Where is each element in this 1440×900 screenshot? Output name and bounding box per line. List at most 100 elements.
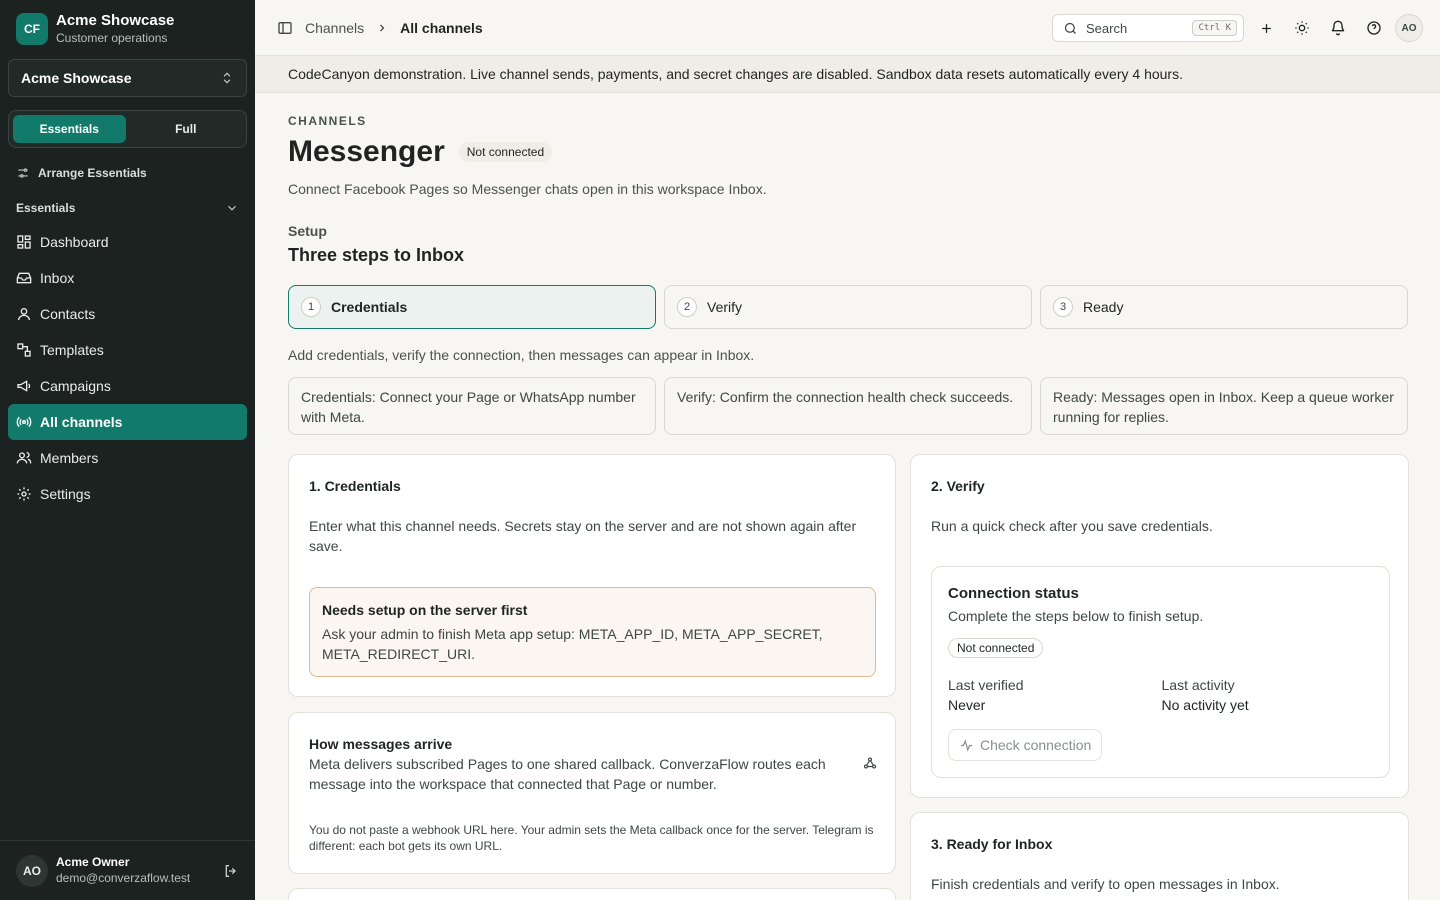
help-icon [1367,21,1381,35]
notifications-button[interactable] [1326,16,1350,40]
check-connection-label: Check connection [980,737,1092,753]
breadcrumb-channels-link[interactable]: Channels [305,20,364,36]
sidebar-item-label: Dashboard [40,234,109,250]
step-credentials[interactable]: 1 Credentials [288,285,656,329]
topbar-actions [1254,16,1386,40]
members-icon [16,452,32,464]
inbox-icon [16,272,32,284]
topbar: Channels All channels Search Ctrl K AO [255,0,1440,56]
chevron-down-icon [228,205,236,211]
page-title: Messenger [288,135,445,168]
search-input[interactable]: Search Ctrl K [1052,14,1244,42]
sidebar-item-label: All channels [40,414,123,430]
brand-subtitle: Customer operations [56,31,168,45]
warning-title: Needs setup on the server first [322,602,528,618]
search-shortcut: Ctrl K [1192,20,1237,36]
brand-name: Acme Showcase [56,12,175,29]
add-button[interactable] [1254,16,1278,40]
sidebar-item-label: Contacts [40,306,96,322]
nav-group-label: Essentials [16,201,76,215]
arrange-label: Arrange Essentials [38,166,147,180]
credentials-card: 1. Credentials Enter what this channel n… [288,454,896,697]
step-label: Credentials [331,299,408,315]
avatar[interactable]: AO [16,854,48,887]
sidebar-toggle-icon[interactable] [277,20,293,36]
search-placeholder: Search [1086,20,1128,36]
note-ready: Ready: Messages open in Inbox. Keep a qu… [1040,377,1408,435]
step-label: Verify [707,299,743,315]
sidebar-item-all-channels[interactable]: All channels [8,404,247,440]
search-icon [1064,22,1076,34]
activity-icon [960,738,973,752]
logout-icon[interactable] [223,863,239,879]
plus-icon [1261,23,1271,33]
chevron-right-icon [380,24,385,32]
brand[interactable]: CF Acme Showcase Customer operations [16,12,174,46]
step-ready[interactable]: 3 Ready [1040,285,1408,329]
page-eyebrow: CHANNELS [288,114,367,128]
mode-essentials-button[interactable]: Essentials [13,115,126,143]
user-footer: AO Acme Owner demo@converzaflow.test [0,840,255,900]
status-badge: Not connected [458,142,553,162]
verify-card: 2. Verify Run a quick check after you sa… [910,454,1409,798]
setup-eyebrow: Setup [288,223,327,239]
connection-status: Connection status Complete the steps bel… [931,566,1390,778]
sidebar-item-members[interactable]: Members [8,440,247,476]
sidebar-item-templates[interactable]: Templates [8,332,247,368]
note-verify: Verify: Confirm the connection health ch… [664,377,1032,435]
last-verified-value: Never [948,697,986,713]
workspace-select[interactable]: Acme Showcase [8,59,247,97]
warning-text: Ask your admin to finish Meta app setup:… [322,626,823,662]
arrange-essentials-button[interactable]: Arrange Essentials [16,163,147,183]
step-number: 2 [677,297,697,317]
dashboard-icon [17,235,31,249]
user-email: demo@converzaflow.test [56,871,191,885]
nav-group-essentials[interactable]: Essentials [16,199,239,217]
mode-full-button[interactable]: Full [130,115,243,143]
last-activity-label: Last activity [1161,677,1235,693]
ready-card: 3. Ready for Inbox Finish credentials an… [910,812,1409,900]
status-meta: Last verified Never Last activity No act… [948,675,1375,715]
broadcast-icon [16,416,32,428]
sliders-icon [18,168,28,178]
sidebar-item-contacts[interactable]: Contacts [8,296,247,332]
status-title: Connection status [948,585,1079,602]
step-notes: Credentials: Connect your Page or WhatsA… [288,377,1408,435]
contacts-icon [18,308,30,321]
demo-banner: CodeCanyon demonstration. Live channel s… [255,56,1440,93]
webhook-icon [863,757,877,769]
credentials-text: Enter what this channel needs. Secrets s… [309,518,857,554]
chevron-updown-icon [223,72,231,84]
help-button[interactable] [1362,16,1386,40]
avatar[interactable]: AO [1395,14,1423,42]
sidebar-item-inbox[interactable]: Inbox [8,260,247,296]
sidebar-item-settings[interactable]: Settings [8,476,247,512]
sidebar-item-dashboard[interactable]: Dashboard [8,224,247,260]
user-name: Acme Owner [56,855,130,869]
step-number: 1 [301,297,321,317]
last-activity-value: No activity yet [1161,697,1249,713]
sidebar-item-label: Campaigns [40,378,111,394]
ready-text: Finish credentials and verify to open me… [931,876,1280,892]
templates-icon [17,343,31,357]
note-credentials: Credentials: Connect your Page or WhatsA… [288,377,656,435]
setup-steps: 1 Credentials 2 Verify 3 Ready [288,285,1408,329]
sidebar: CF Acme Showcase Customer operations Acm… [0,0,255,900]
brand-logo: CF [16,13,48,45]
breadcrumb-current: All channels [400,20,483,36]
mode-toggle: Essentials Full [8,110,247,148]
theme-toggle-button[interactable] [1290,16,1314,40]
page-subtitle: Connect Facebook Pages so Messenger chat… [288,181,767,197]
arrive-text: Meta delivers subscribed Pages to one sh… [309,756,826,792]
sidebar-item-label: Settings [40,486,91,502]
sidebar-nav: Dashboard Inbox Contacts Templates Campa… [8,224,247,512]
sidebar-item-label: Templates [40,342,104,358]
arrive-footnote: You do not paste a webhook URL here. You… [309,823,874,853]
verify-text: Run a quick check after you save credent… [931,518,1213,534]
step-number: 3 [1053,297,1073,317]
status-badge: Not connected [948,638,1044,658]
sidebar-item-campaigns[interactable]: Campaigns [8,368,247,404]
step-verify[interactable]: 2 Verify [664,285,1032,329]
status-text: Complete the steps below to finish setup… [948,608,1204,624]
check-connection-button[interactable]: Check connection [948,729,1103,761]
